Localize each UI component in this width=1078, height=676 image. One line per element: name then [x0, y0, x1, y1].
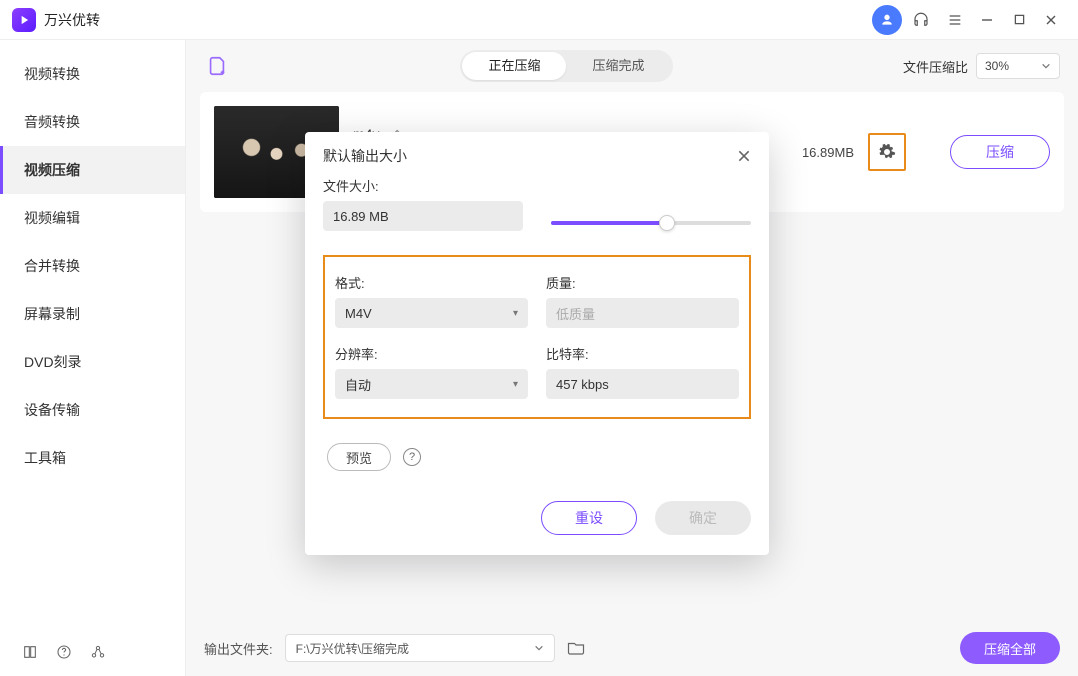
add-file-button[interactable]	[204, 53, 230, 79]
sidebar-item-toolbox[interactable]: 工具箱	[0, 434, 185, 482]
sidebar-item-device-transfer[interactable]: 设备传输	[0, 386, 185, 434]
file-size-field[interactable]	[323, 201, 523, 231]
share-icon[interactable]	[90, 644, 106, 660]
dialog-close-button[interactable]	[737, 149, 751, 163]
resolution-select[interactable]: 自动 ▾	[335, 369, 528, 399]
preview-button[interactable]: 预览	[327, 443, 391, 471]
confirm-button: 确定	[655, 501, 751, 535]
sidebar-item-label: 音频转换	[24, 112, 80, 132]
book-icon[interactable]	[22, 644, 38, 660]
toolbar: 正在压缩 压缩完成 文件压缩比 30%	[186, 40, 1078, 92]
sidebar-item-label: 视频压缩	[24, 160, 80, 180]
dialog-title: 默认输出大小	[323, 146, 407, 166]
file-size: 16.89MB	[802, 145, 854, 160]
app-logo	[12, 8, 36, 32]
chevron-down-icon: ▾	[513, 308, 518, 319]
compress-button[interactable]: 压缩	[950, 135, 1050, 169]
ratio-label: 文件压缩比	[903, 57, 968, 76]
chevron-down-icon	[534, 643, 544, 653]
close-icon	[737, 149, 751, 163]
chevron-down-icon	[1041, 61, 1051, 71]
format-label: 格式:	[335, 273, 528, 292]
reset-button[interactable]: 重设	[541, 501, 637, 535]
sidebar-item-video-edit[interactable]: 视频编辑	[0, 194, 185, 242]
sidebar-item-label: 合并转换	[24, 256, 80, 276]
app-title: 万兴优转	[44, 10, 100, 30]
compress-all-button[interactable]: 压缩全部	[960, 632, 1060, 664]
settings-button[interactable]	[868, 133, 906, 171]
sidebar-item-label: DVD刻录	[24, 352, 82, 372]
open-folder-icon[interactable]	[567, 639, 585, 657]
output-size-dialog: 默认输出大小 文件大小: 格式: M4V	[305, 132, 769, 555]
format-select[interactable]: M4V ▾	[335, 298, 528, 328]
user-icon[interactable]	[872, 5, 902, 35]
sidebar-item-screen-record[interactable]: 屏幕录制	[0, 290, 185, 338]
sidebar-item-merge-convert[interactable]: 合并转换	[0, 242, 185, 290]
quality-field: 低质量	[546, 298, 739, 328]
help-icon[interactable]	[56, 644, 72, 660]
tabs: 正在压缩 压缩完成	[460, 50, 672, 82]
chevron-down-icon: ▾	[513, 379, 518, 390]
maximize-button[interactable]	[1004, 5, 1034, 35]
ratio-select[interactable]: 30%	[976, 53, 1060, 79]
sidebar: 视频转换 音频转换 视频压缩 视频编辑 合并转换 屏幕录制 DVD刻录 设备传输…	[0, 40, 186, 676]
headset-icon[interactable]	[906, 5, 936, 35]
slider-thumb[interactable]	[659, 215, 675, 231]
size-slider[interactable]	[551, 221, 751, 231]
sidebar-item-video-compress[interactable]: 视频压缩	[0, 146, 185, 194]
footer: 输出文件夹: F:\万兴优转\压缩完成 压缩全部	[186, 620, 1078, 676]
file-size-label: 文件大小:	[323, 176, 523, 195]
menu-icon[interactable]	[940, 5, 970, 35]
titlebar: 万兴优转	[0, 0, 1078, 40]
output-folder-select[interactable]: F:\万兴优转\压缩完成	[285, 634, 555, 662]
sidebar-item-label: 屏幕录制	[24, 304, 80, 324]
output-folder-label: 输出文件夹:	[204, 639, 273, 658]
sidebar-item-dvd-burn[interactable]: DVD刻录	[0, 338, 185, 386]
bitrate-label: 比特率:	[546, 344, 739, 363]
highlighted-settings: 格式: M4V ▾ 质量: 低质量 分辨率: 自动	[323, 255, 751, 419]
bitrate-field[interactable]	[546, 369, 739, 399]
tab-done[interactable]: 压缩完成	[566, 52, 670, 80]
sidebar-item-label: 视频编辑	[24, 208, 80, 228]
help-icon[interactable]: ?	[403, 448, 421, 466]
resolution-label: 分辨率:	[335, 344, 528, 363]
close-button[interactable]	[1036, 5, 1066, 35]
sidebar-item-video-convert[interactable]: 视频转换	[0, 50, 185, 98]
sidebar-item-audio-convert[interactable]: 音频转换	[0, 98, 185, 146]
tab-compressing[interactable]: 正在压缩	[462, 52, 566, 80]
quality-label: 质量:	[546, 273, 739, 292]
gear-icon	[878, 143, 896, 161]
sidebar-item-label: 设备传输	[24, 400, 80, 420]
minimize-button[interactable]	[972, 5, 1002, 35]
sidebar-item-label: 工具箱	[24, 448, 66, 468]
sidebar-item-label: 视频转换	[24, 64, 80, 84]
